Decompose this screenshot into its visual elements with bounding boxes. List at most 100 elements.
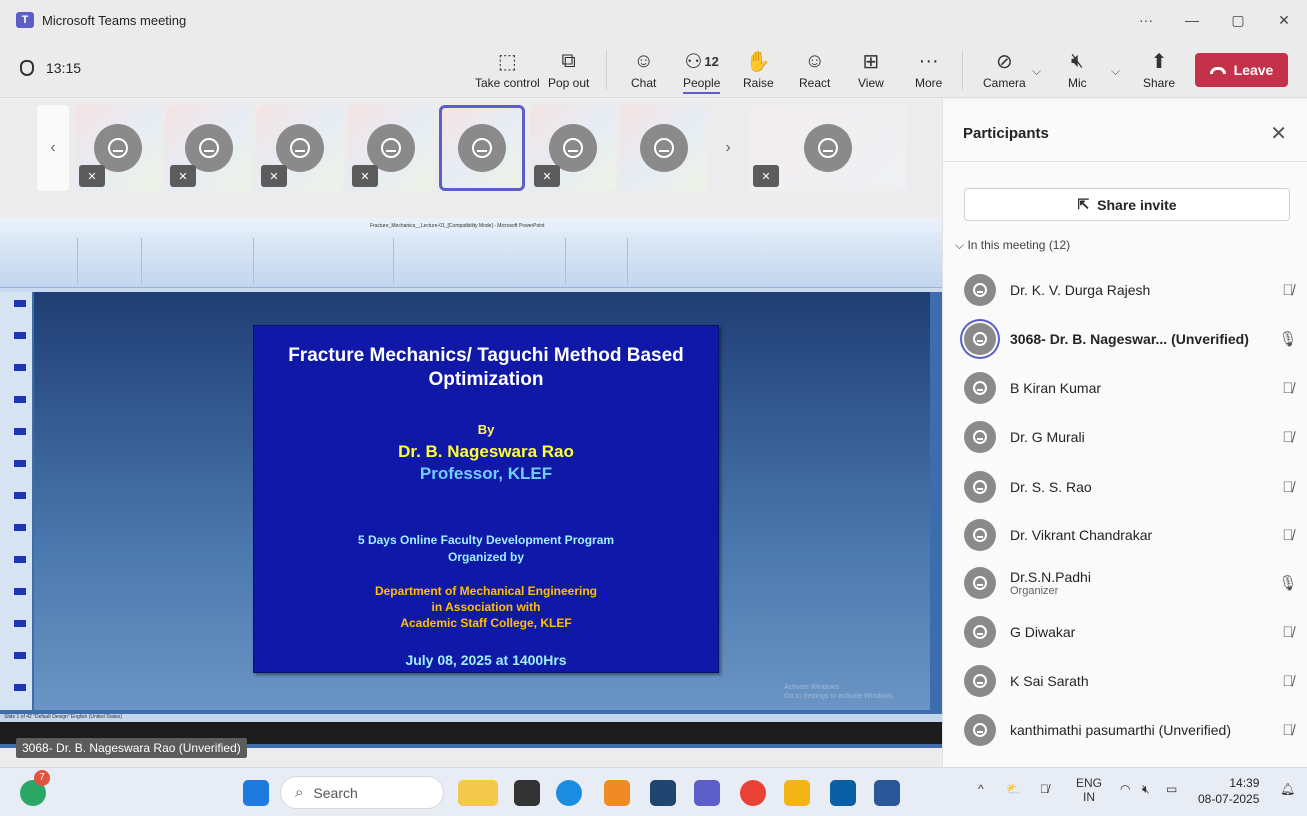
participant-role: Organizer xyxy=(1010,585,1059,597)
wifi-icon[interactable]: ◠ xyxy=(1120,782,1130,796)
camera-label: Camera xyxy=(983,76,1026,90)
avatar-icon xyxy=(458,124,506,172)
copilot-icon[interactable] xyxy=(604,780,630,806)
participant-row[interactable]: 3068- Dr. B. Nageswar... (Unverified) 🎙 xyxy=(943,315,1307,363)
raise-hand-button[interactable]: ✋ Raise xyxy=(743,48,774,91)
pop-out-icon: ⧉ xyxy=(561,49,576,72)
show-hidden-icons[interactable]: ^ xyxy=(978,782,984,796)
start-button-icon[interactable] xyxy=(243,780,269,806)
language-indicator[interactable]: ENG IN xyxy=(1076,776,1102,804)
chat-button[interactable]: ☺ Chat xyxy=(631,48,657,91)
more-options-icon[interactable]: ··· xyxy=(1123,0,1169,40)
slide-thumb xyxy=(14,652,26,659)
slide-by: By xyxy=(477,422,495,437)
activate-line2: Go to Settings to activate Windows. xyxy=(784,693,895,700)
participant-name: Dr. K. V. Durga Rajesh xyxy=(1010,282,1151,298)
participant-row[interactable]: Dr. Vikrant Chandrakar 🎙̸ xyxy=(943,511,1307,559)
avatar xyxy=(964,665,996,697)
leave-button[interactable]: Leave xyxy=(1195,53,1288,87)
pop-out-button[interactable]: ⧉ Pop out xyxy=(548,48,589,91)
participant-row[interactable]: Dr.S.N.Padhi Organizer 🎙 xyxy=(943,559,1307,607)
video-tile[interactable]: ✕ xyxy=(348,105,434,191)
notification-bell-icon[interactable]: 🔔︎ xyxy=(1280,782,1295,796)
slide-college: Academic Staff College, KLEF xyxy=(400,616,572,630)
camera-button[interactable]: ⊘ Camera xyxy=(983,48,1026,91)
close-button[interactable]: ✕ xyxy=(1261,0,1307,40)
window-controls: ··· — ▢ ✕ xyxy=(1123,0,1307,40)
cloud-sync-icon[interactable]: ⛅ xyxy=(1006,782,1021,796)
people-button[interactable]: ⚇ 12 People xyxy=(683,48,721,94)
edge-icon[interactable] xyxy=(556,780,582,806)
slide-thumb xyxy=(14,460,26,467)
take-control-button[interactable]: ⬚ Take control xyxy=(475,48,540,91)
participant-name: K Sai Sarath xyxy=(1010,673,1089,689)
camera-options-chevron-icon[interactable]: ⌵ xyxy=(1032,64,1041,79)
slide-thumb xyxy=(14,620,26,627)
dell-icon[interactable] xyxy=(830,780,856,806)
more-button[interactable]: ··· More xyxy=(915,48,942,91)
maximize-button[interactable]: ▢ xyxy=(1215,0,1261,40)
video-tile-large[interactable]: ✕ xyxy=(749,105,907,191)
clock-date: 08-07-2025 xyxy=(1198,792,1260,806)
word-icon[interactable] xyxy=(874,780,900,806)
participant-row[interactable]: G Diwakar 🎙̸ xyxy=(943,608,1307,656)
participant-row[interactable]: Dr. G Murali 🎙̸ xyxy=(943,413,1307,461)
windows-taskbar: 7 ⌕ Search ^ ⛅ 🎙̸ ENG IN ◠ 🔇︎ ▭ 14:39 08… xyxy=(0,767,1307,816)
minimize-button[interactable]: — xyxy=(1169,0,1215,40)
take-control-label: Take control xyxy=(475,76,540,90)
mic-button[interactable]: 🔇︎ Mic xyxy=(1068,48,1087,91)
participant-row[interactable]: B Kiran Kumar 🎙̸ xyxy=(943,364,1307,412)
ribbon-group-font xyxy=(144,238,254,284)
gallery-next-button[interactable]: › xyxy=(712,105,744,191)
slide-thumb xyxy=(14,396,26,403)
in-meeting-section-header[interactable]: ⌵ In this meeting (12) xyxy=(955,238,1070,253)
share-icon: ⬆ xyxy=(1150,50,1168,73)
mic-muted-icon: 🔇︎ xyxy=(1071,49,1084,72)
video-tile[interactable]: ✕ xyxy=(257,105,343,191)
task-view-icon[interactable] xyxy=(514,780,540,806)
video-tile[interactable] xyxy=(621,105,707,191)
slide-thumb xyxy=(14,428,26,435)
participant-name: Dr.S.N.Padhi xyxy=(1010,569,1091,585)
shield-icon xyxy=(20,60,34,76)
shared-screen[interactable]: Fracture_Mechanics__Lecture-01_[Compatib… xyxy=(0,218,942,748)
mic-muted-tray-icon[interactable]: 🎙̸ xyxy=(1040,782,1049,796)
taskbar-search[interactable]: ⌕ Search xyxy=(280,776,444,809)
gallery-prev-button[interactable]: ‹ xyxy=(37,105,69,191)
chrome-icon[interactable] xyxy=(740,780,766,806)
store-icon[interactable] xyxy=(650,780,676,806)
react-button[interactable]: ☺ React xyxy=(799,48,830,91)
system-clock[interactable]: 14:39 08-07-2025 xyxy=(1198,775,1259,807)
close-panel-icon[interactable]: ✕ xyxy=(1270,121,1287,146)
people-label: People xyxy=(683,76,721,94)
video-tile[interactable]: ✕ xyxy=(75,105,161,191)
hand-icon: ✋ xyxy=(745,50,771,73)
view-button[interactable]: ⊞ View xyxy=(858,48,884,91)
volume-muted-icon[interactable]: 🔇︎ xyxy=(1142,782,1150,797)
chat-label: Chat xyxy=(631,76,657,90)
video-tile-speaking[interactable] xyxy=(439,105,525,191)
participant-row[interactable]: K Sai Sarath 🎙̸ xyxy=(943,657,1307,705)
participant-name-block: Dr.S.N.Padhi Organizer xyxy=(1010,569,1268,597)
search-highlight-icon[interactable] xyxy=(458,780,498,806)
participant-name: Dr. Vikrant Chandrakar xyxy=(1010,527,1153,543)
participant-row[interactable]: Dr. S. S. Rao 🎙̸ xyxy=(943,463,1307,511)
section-label: In this meeting (12) xyxy=(967,238,1071,252)
teams-icon[interactable] xyxy=(694,780,720,806)
mic-options-chevron-icon[interactable]: ⌵ xyxy=(1111,64,1120,79)
avatar xyxy=(964,421,996,453)
share-invite-button[interactable]: ⇱ Share invite xyxy=(964,188,1290,221)
slide-dept: Department of Mechanical Engineering xyxy=(374,584,598,598)
avatar xyxy=(964,519,996,551)
participant-row[interactable]: kanthimathi pasumarthi (Unverified) 🎙̸ xyxy=(943,706,1307,754)
avatar xyxy=(964,714,996,746)
file-explorer-icon[interactable] xyxy=(784,780,810,806)
phone-hangup-icon xyxy=(1209,66,1226,74)
participant-row[interactable]: Dr. K. V. Durga Rajesh 🎙̸ xyxy=(943,266,1307,314)
ribbon-group-drawing xyxy=(396,238,566,284)
video-tile[interactable]: ✕ xyxy=(530,105,616,191)
video-tile[interactable]: ✕ xyxy=(166,105,252,191)
search-icon: ⌕ xyxy=(295,784,304,801)
share-button[interactable]: ⬆ Share xyxy=(1143,48,1175,91)
battery-icon[interactable]: ▭ xyxy=(1166,782,1177,796)
